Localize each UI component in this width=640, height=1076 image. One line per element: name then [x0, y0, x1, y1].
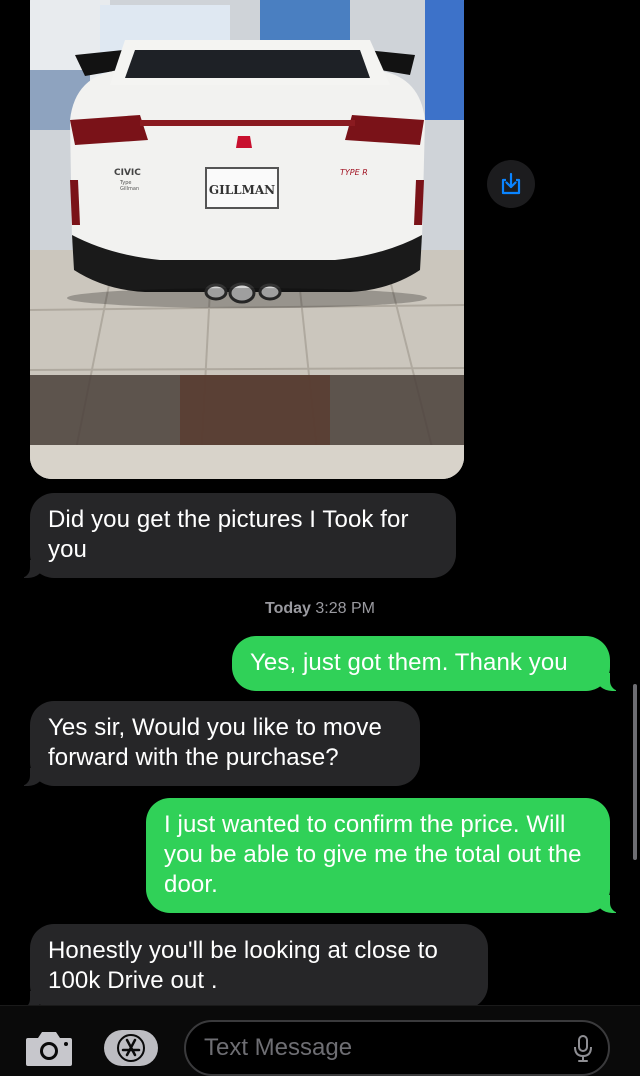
- camera-button[interactable]: [24, 1028, 74, 1068]
- save-photo-button[interactable]: [487, 160, 535, 208]
- message-bubble-outgoing[interactable]: Yes, just got them. Thank you: [232, 636, 622, 691]
- message-bubble-outgoing[interactable]: I just wanted to confirm the price. Will…: [146, 798, 622, 913]
- message-bubble-incoming[interactable]: Did you get the pictures I Took for you: [18, 493, 456, 578]
- camera-icon: [26, 1032, 72, 1066]
- timestamp-time: 3:28 PM: [315, 600, 375, 617]
- message-bubble-incoming[interactable]: Honestly you'll be looking at close to 1…: [18, 924, 488, 1005]
- civic-badge-sub2: Gillman: [120, 186, 139, 192]
- scrollbar[interactable]: [633, 684, 637, 860]
- microphone-icon[interactable]: [572, 1034, 594, 1064]
- app-store-icon: [117, 1034, 145, 1062]
- civic-badge: CIVIC: [114, 168, 141, 178]
- message-text: I just wanted to confirm the price. Will…: [164, 811, 582, 898]
- photo-attachment[interactable]: GILLMAN CIVIC Type Gillman TYPE R: [30, 0, 464, 479]
- message-thread[interactable]: GILLMAN CIVIC Type Gillman TYPE R Did yo…: [0, 0, 640, 1005]
- timestamp-day: Today: [265, 600, 311, 617]
- message-text: Yes, just got them. Thank you: [250, 649, 568, 676]
- message-text: Did you get the pictures I Took for you: [48, 506, 409, 563]
- message-input[interactable]: [204, 1022, 564, 1074]
- message-text: Yes sir, Would you like to move forward …: [48, 714, 382, 771]
- timestamp: Today 3:28 PM: [0, 600, 640, 618]
- download-icon: [501, 172, 521, 195]
- plate-text: GILLMAN: [209, 183, 275, 197]
- message-text-field[interactable]: [184, 1020, 610, 1076]
- type-r-badge: TYPE R: [340, 168, 368, 177]
- app-store-button[interactable]: [104, 1030, 158, 1066]
- message-bubble-incoming[interactable]: Yes sir, Would you like to move forward …: [18, 701, 420, 786]
- message-text: Honestly you'll be looking at close to 1…: [48, 937, 438, 994]
- message-input-bar: [0, 1005, 640, 1076]
- car-photo: GILLMAN CIVIC Type Gillman TYPE R: [30, 0, 464, 479]
